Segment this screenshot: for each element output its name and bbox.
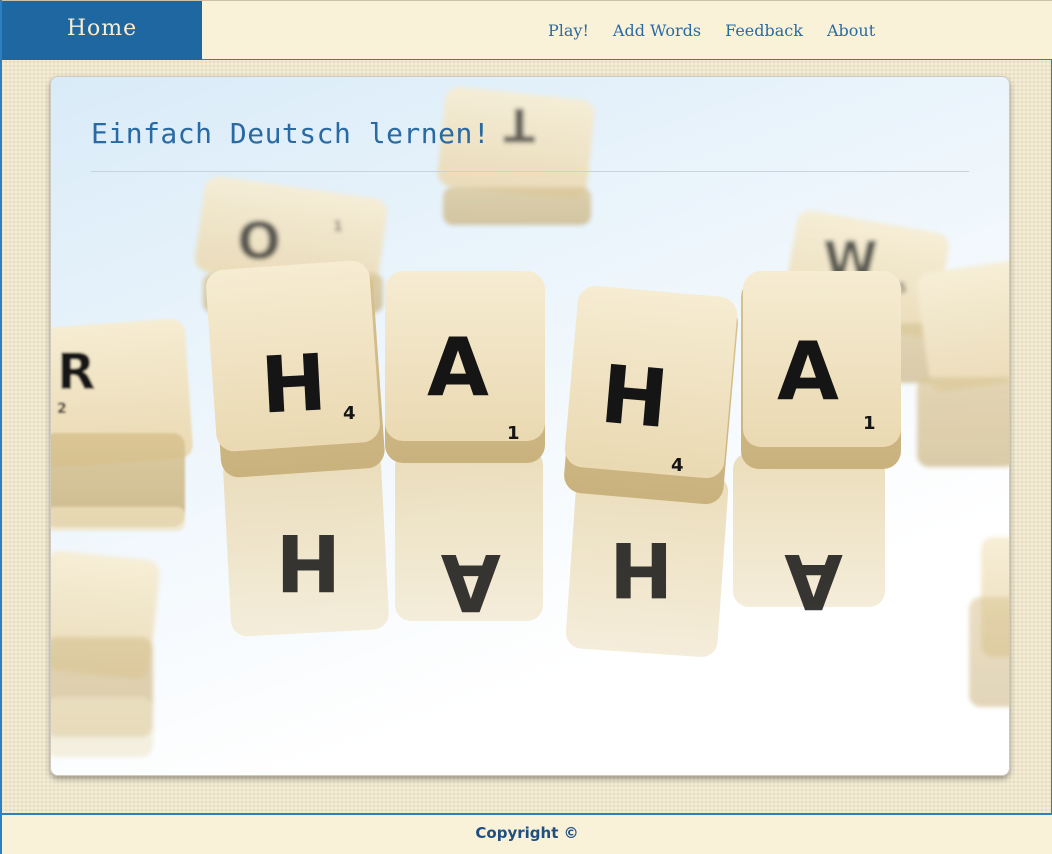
scrabble-tiles-image: T O 1 W 5 R 2 H H 4 A A 1 H H 4 A A 1 — [51, 86, 1009, 757]
svg-text:H: H — [259, 338, 329, 431]
nav-about-link[interactable]: About — [827, 21, 875, 40]
svg-text:2: 2 — [57, 401, 67, 417]
tile-a-1: A A 1 — [385, 271, 545, 626]
nav-add-words-link[interactable]: Add Words — [613, 21, 701, 40]
svg-text:T: T — [503, 98, 535, 152]
svg-text:4: 4 — [343, 403, 356, 424]
top-navbar: Home Play! Add Words Feedback About — [2, 0, 1052, 60]
svg-text:R: R — [57, 343, 96, 401]
copyright-text: Copyright © — [475, 824, 579, 842]
svg-text:1: 1 — [333, 219, 343, 235]
svg-text:H: H — [597, 348, 672, 446]
tile-h-1: H H 4 — [206, 260, 389, 637]
hero-banner: T O 1 W 5 R 2 H H 4 A A 1 H H 4 A A 1 Ei… — [50, 76, 1010, 776]
svg-text:H: H — [276, 516, 341, 606]
svg-text:H: H — [609, 525, 673, 614]
background-tile-t: T — [437, 86, 595, 225]
nav-play-link[interactable]: Play! — [548, 21, 589, 40]
svg-text:A: A — [784, 537, 843, 626]
svg-text:1: 1 — [507, 423, 520, 444]
hero-divider — [91, 171, 969, 172]
svg-text:1: 1 — [863, 413, 876, 434]
svg-text:4: 4 — [671, 455, 684, 476]
svg-text:A: A — [441, 536, 501, 626]
footer: Copyright © — [2, 813, 1052, 854]
main-nav: Play! Add Words Feedback About — [548, 21, 899, 40]
background-tile-r: R 2 — [51, 318, 193, 531]
svg-text:A: A — [777, 325, 839, 418]
svg-text:O: O — [237, 212, 281, 272]
hero-title: Einfach Deutsch lernen! — [91, 117, 491, 150]
home-link[interactable]: Home — [2, 1, 202, 60]
tile-h-2: H H 4 — [564, 285, 738, 658]
svg-text:A: A — [427, 321, 489, 414]
tile-a-2: A A 1 — [733, 271, 901, 626]
nav-feedback-link[interactable]: Feedback — [725, 21, 803, 40]
